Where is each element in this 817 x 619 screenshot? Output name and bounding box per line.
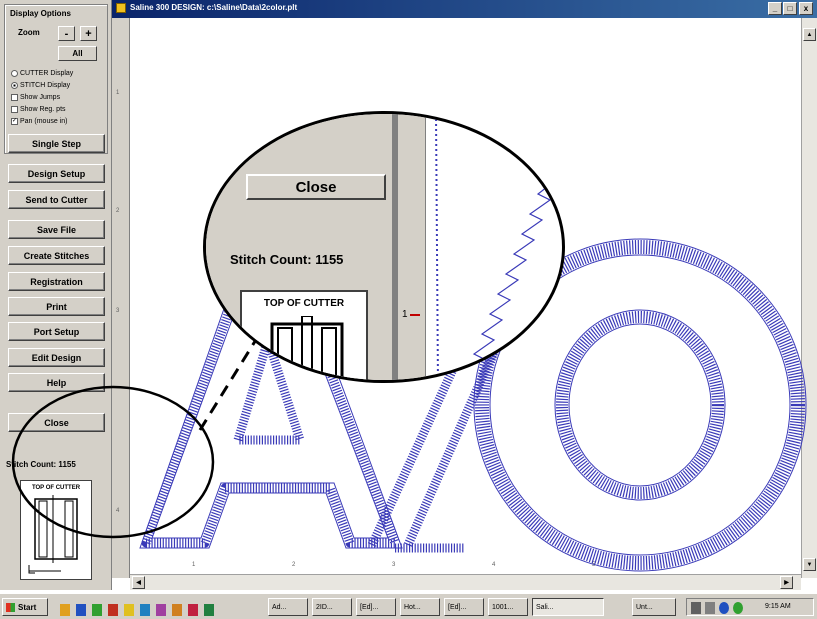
app-icon[interactable] [76,604,86,616]
volume-icon[interactable] [705,602,715,614]
zoom-ruler-label: 1 [402,309,408,320]
quick-launch [54,598,254,616]
app-icon[interactable] [156,604,166,616]
app-icon[interactable] [172,604,182,616]
taskbar-item[interactable]: [Ed]... [356,598,396,616]
clock: 9:15 AM [765,603,791,610]
zoom-cutter-label: TOP OF CUTTER [263,298,345,309]
zoom-close-button: Close [246,174,386,200]
zoom-ruler: 1 [398,114,426,380]
network-icon[interactable] [691,602,701,614]
taskbar: Start Ad... 2ID... [Ed]... Hot... [Ed]..… [0,593,817,619]
tray-app-icon[interactable] [719,602,729,614]
app-icon[interactable] [124,604,134,616]
start-button[interactable]: Start [2,598,48,616]
windows-logo-icon [6,602,15,612]
system-tray: 9:15 AM [686,598,814,616]
taskbar-item[interactable]: Unt... [632,598,676,616]
app-icon[interactable] [60,604,70,616]
taskbar-item[interactable]: Hot... [400,598,440,616]
ruler-marker [410,314,420,316]
app-icon[interactable] [92,604,102,616]
app-icon[interactable] [188,604,198,616]
zoom-stitch-detail [435,114,558,380]
taskbar-item[interactable]: Ad... [268,598,308,616]
zoom-stitch-count: Stitch Count: 1155 [230,252,344,267]
taskbar-item[interactable]: 2ID... [312,598,352,616]
zoom-cutter-diagram-icon [270,316,344,380]
tray-app-icon[interactable] [733,602,743,614]
zoom-callout: 1 Close Stitch Count: 1155 TOP OF CUTTER [203,111,565,383]
app-icon[interactable] [108,604,118,616]
taskbar-item[interactable]: 1001... [488,598,528,616]
app-icon[interactable] [204,604,214,616]
zoom-cutter-preview: TOP OF CUTTER [240,290,368,380]
small-callout-circle [11,385,215,539]
app-icon[interactable] [140,604,150,616]
taskbar-item[interactable]: [Ed]... [444,598,484,616]
taskbar-item-active[interactable]: Sali... [532,598,604,616]
